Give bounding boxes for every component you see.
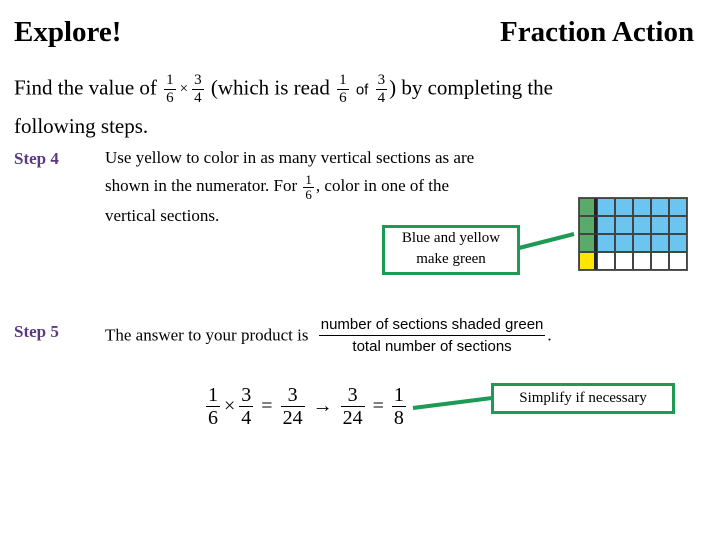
eq-fraction-1-8: 18 xyxy=(391,384,406,429)
grid-cell-blue xyxy=(669,216,687,234)
grid-cell-yellow xyxy=(579,252,597,270)
answer-fraction-description: number of sections shaded green total num… xyxy=(318,316,546,355)
grid-cell-blue xyxy=(651,198,669,216)
equation: 1 6 × 3 4 = 3 24 → 3 24 = 18 xyxy=(204,384,408,429)
step-5-prefix: The answer to your product is xyxy=(105,325,309,345)
grid-cell-white xyxy=(651,252,669,270)
grid-cell-white xyxy=(669,252,687,270)
eq-equals-2: = xyxy=(372,395,384,417)
callout-simplify: Simplify if necessary xyxy=(491,383,675,414)
eq-equals-1: = xyxy=(261,395,273,417)
grid-cell-blue xyxy=(615,198,633,216)
fraction-area-model-grid xyxy=(578,197,688,271)
grid-cell-blue xyxy=(615,216,633,234)
callout-green-line-2: make green xyxy=(416,251,486,267)
step-5-text: The answer to your product is number of … xyxy=(105,314,552,357)
grid-cell-blue xyxy=(651,234,669,252)
eq-fraction-3-24-simplify: 3 24 xyxy=(340,384,365,429)
eq-arrow-icon: → xyxy=(312,395,333,417)
eq-times: × xyxy=(224,395,236,417)
step-5-period: . xyxy=(547,325,552,345)
callout-blue-yellow-green: Blue and yellow make green xyxy=(382,225,520,275)
step-5-label: Step 5 xyxy=(14,322,59,341)
grid-cell-blue xyxy=(597,198,615,216)
grid-cell-blue xyxy=(633,216,651,234)
grid-cell-white xyxy=(615,252,633,270)
grid-cell-blue xyxy=(651,216,669,234)
grid-cell-green xyxy=(579,216,597,234)
grid-cell-white xyxy=(633,252,651,270)
grid-cell-green xyxy=(579,234,597,252)
grid-cell-blue xyxy=(669,234,687,252)
callout-green-line-1: Blue and yellow xyxy=(401,230,501,246)
grid-cell-green xyxy=(579,198,597,216)
grid-cell-blue xyxy=(633,234,651,252)
grid-cell-blue xyxy=(669,198,687,216)
grid-cell-white xyxy=(597,252,615,270)
callout-green-connector xyxy=(518,232,575,250)
eq-fraction-3-4: 34 xyxy=(239,384,254,429)
callout-simplify-connector xyxy=(412,396,493,410)
grid-cell-blue xyxy=(615,234,633,252)
grid-cell-blue xyxy=(597,216,615,234)
eq-fraction-1-6: 16 xyxy=(206,384,220,429)
grid-cell-blue xyxy=(597,234,615,252)
eq-fraction-3-24: 3 24 xyxy=(280,384,305,429)
grid-cell-blue xyxy=(633,198,651,216)
